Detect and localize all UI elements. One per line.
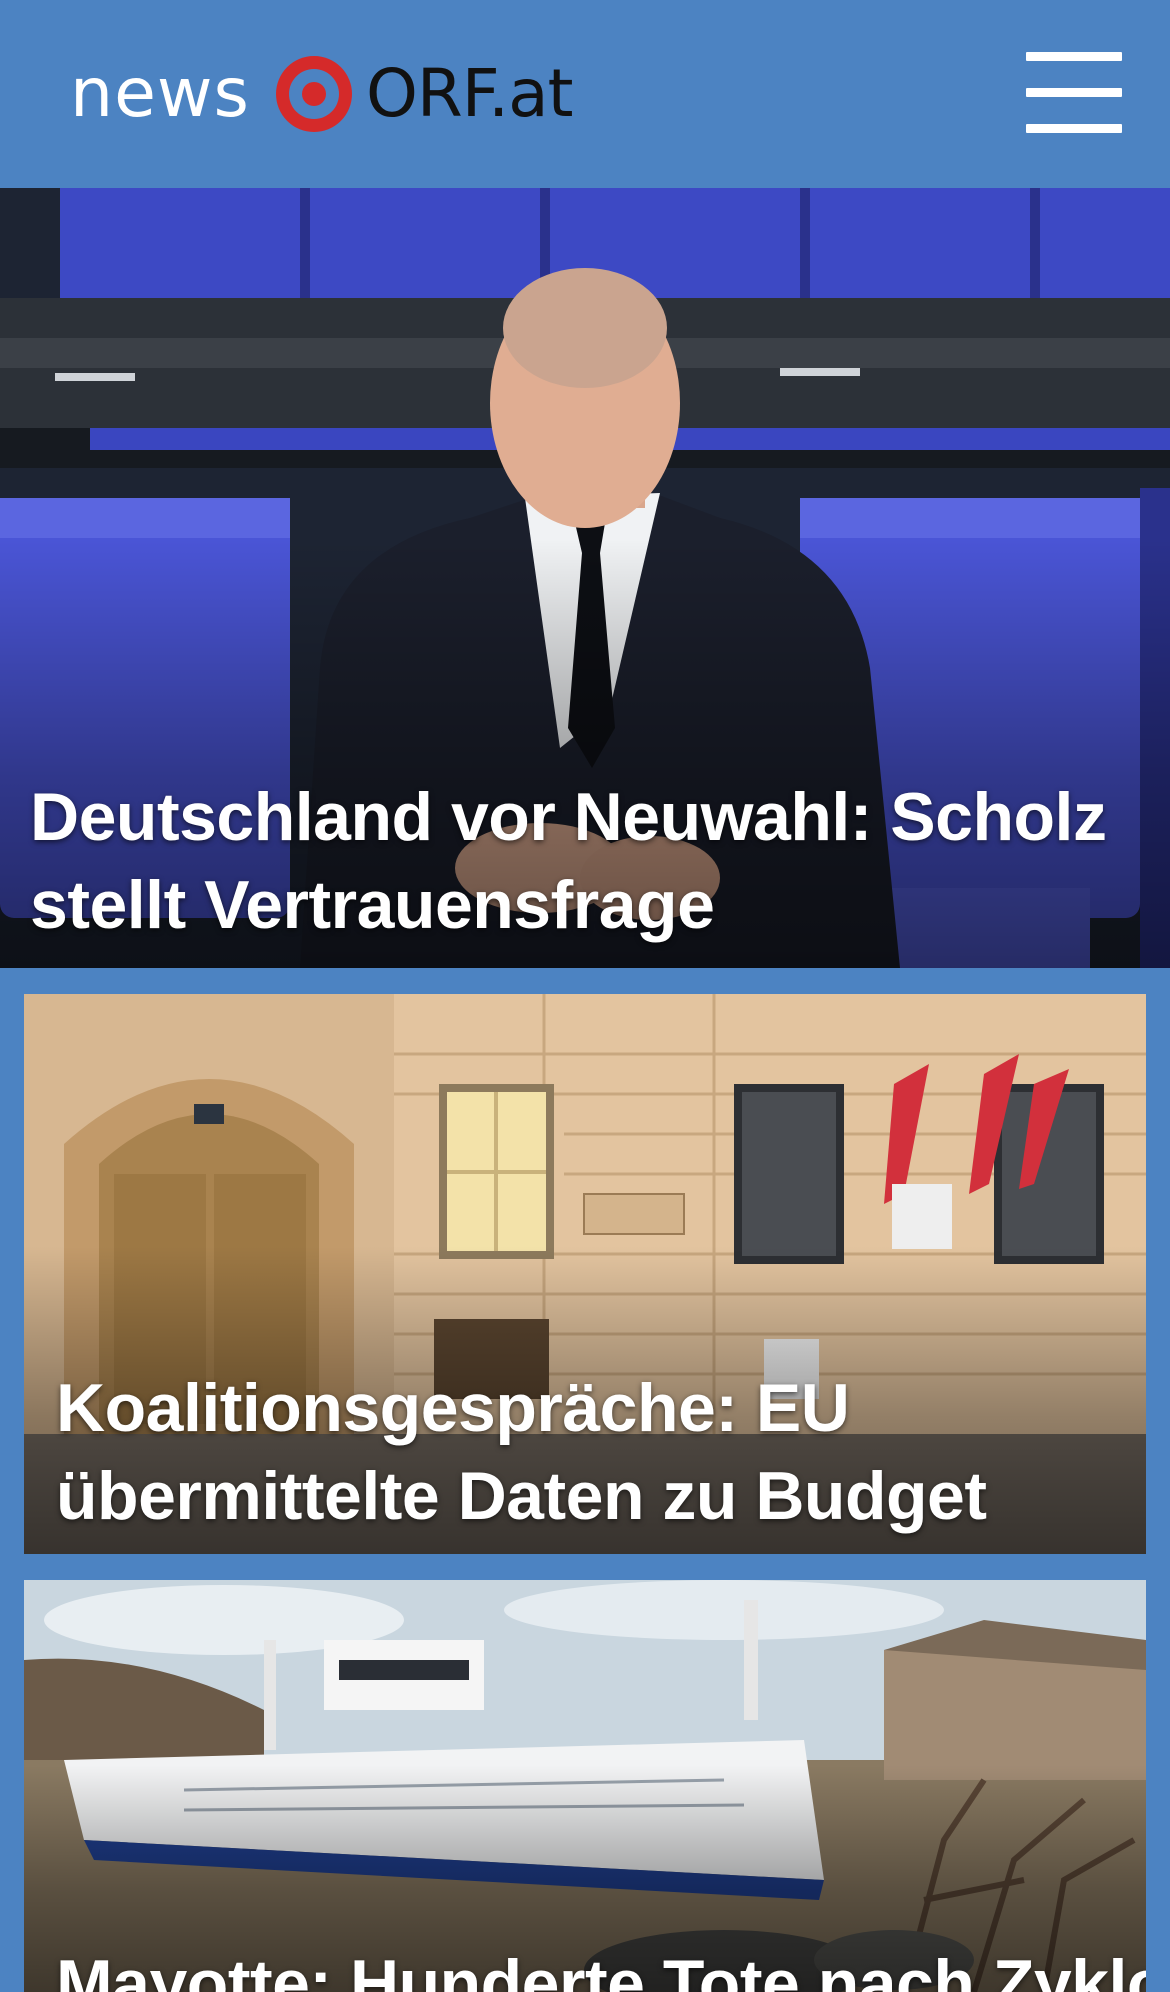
story-headline-3[interactable]: Mayotte: Hunderte Tote nach Zyklon xyxy=(56,1940,1146,1992)
logo-orf-text: ORF.at xyxy=(365,55,573,132)
story-card-1[interactable]: Deutschland vor Neuwahl: Scholz stellt V… xyxy=(0,188,1170,968)
hamburger-menu-icon[interactable] xyxy=(1026,52,1122,134)
story-card-3[interactable]: Mayotte: Hunderte Tote nach Zyklon xyxy=(24,1580,1146,1992)
story-headline-1[interactable]: Deutschland vor Neuwahl: Scholz stellt V… xyxy=(30,773,1130,949)
orf-target-icon xyxy=(275,56,352,132)
story-headline-2[interactable]: Koalitionsgespräche: EU übermittelte Dat… xyxy=(56,1364,1116,1540)
site-header: news ORF.at xyxy=(0,0,1170,188)
site-logo[interactable]: news ORF.at xyxy=(70,48,573,140)
logo-news-text: news xyxy=(70,54,250,133)
story-card-2[interactable]: Koalitionsgespräche: EU übermittelte Dat… xyxy=(24,994,1146,1554)
